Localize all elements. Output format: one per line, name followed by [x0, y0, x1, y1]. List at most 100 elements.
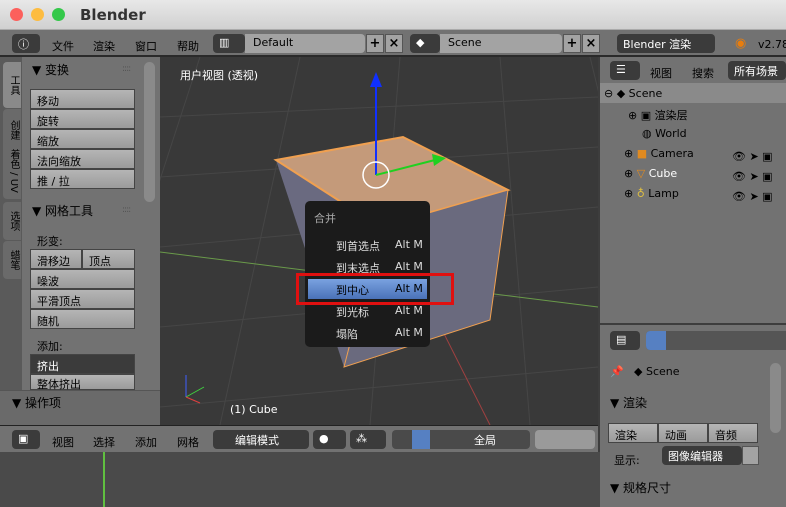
render-title: 渲染: [623, 396, 648, 410]
transform-panel-header[interactable]: ▼ 变换: [32, 61, 69, 78]
mode-select[interactable]: 编辑模式: [213, 430, 309, 449]
noise-button[interactable]: 噪波: [30, 269, 135, 289]
blender-logo-icon: ◉: [735, 36, 747, 51]
smooth-vertex-button[interactable]: 平滑顶点: [30, 289, 135, 309]
tab-shading-uv[interactable]: 着色 / UV: [3, 143, 21, 199]
shrink-fatten-button[interactable]: 法向缩放: [30, 149, 135, 169]
menu-help[interactable]: 帮助: [177, 38, 199, 54]
current-frame-marker[interactable]: [103, 452, 105, 507]
active-object-label: (1) Cube: [230, 403, 278, 416]
audio-button[interactable]: 音频: [708, 423, 758, 443]
randomize-button[interactable]: 随机: [30, 309, 135, 329]
operator-panel-header[interactable]: ▼ 操作项: [12, 394, 61, 411]
item-label: 渲染层: [654, 109, 688, 122]
display-label: 显示:: [614, 454, 640, 467]
occlude-geometry-buttons[interactable]: [535, 430, 595, 449]
lock-icon[interactable]: [742, 446, 759, 465]
layout-field[interactable]: Default: [245, 34, 365, 53]
outliner-item-lamp[interactable]: ⊕ ♁ Lamp: [624, 187, 679, 200]
animation-button[interactable]: 动画: [658, 423, 708, 443]
menu-mesh[interactable]: 网格: [177, 434, 199, 450]
shortcut-label: Alt M: [395, 260, 423, 273]
drag-handle-icon[interactable]: ::::: [122, 205, 131, 215]
render-engine-select[interactable]: Blender 渲染: [617, 34, 715, 53]
display-select[interactable]: 图像编辑器: [662, 446, 742, 465]
operator-panel: ▼ 操作项: [0, 390, 160, 425]
info-header: ⓘ 文件 渲染 窗口 帮助 ▥ Default + × ◆ Scene + × …: [0, 30, 786, 57]
scene-context-label: ◆ Scene: [634, 365, 680, 378]
scale-button[interactable]: 缩放: [30, 129, 135, 149]
render-button[interactable]: 渲染: [608, 423, 658, 443]
extrude-region-button[interactable]: 整体挤出: [30, 374, 135, 391]
menu-item-collapse[interactable]: 塌陷 Alt M: [305, 323, 430, 343]
properties-editor: ▤ 📌 ◆ Scene ▼ 渲染 渲染 动画 音频 显示: 图像编辑器 ▼ 规格…: [600, 325, 786, 507]
title-bar: Blender: [0, 0, 786, 30]
menu-window[interactable]: 窗口: [135, 38, 157, 54]
outliner-item-camera[interactable]: ⊕ ■ Camera: [624, 147, 694, 160]
minimize-window-button[interactable]: [31, 8, 44, 21]
dimensions-panel-header[interactable]: ▼ 规格尺寸: [610, 479, 671, 496]
version-label: v2.78: [758, 38, 786, 51]
remove-layout-button[interactable]: ×: [385, 34, 403, 53]
extrude-select[interactable]: 挤出: [30, 354, 135, 374]
annotation-highlight-box: [296, 273, 454, 305]
translate-manipulator-icon[interactable]: [412, 430, 430, 449]
window-title: Blender: [80, 6, 146, 24]
menu-render[interactable]: 渲染: [93, 38, 115, 54]
editor-type-info-icon[interactable]: ⓘ: [12, 34, 40, 53]
remove-scene-button[interactable]: ×: [582, 34, 600, 53]
scene-field[interactable]: Scene: [440, 34, 562, 53]
slide-vertex-button[interactable]: 顶点: [82, 249, 135, 269]
outliner-item-world[interactable]: ◍ World: [642, 127, 687, 140]
shortcut-label: Alt M: [395, 326, 423, 339]
layout-icon[interactable]: ▥: [213, 34, 245, 53]
drag-handle-icon[interactable]: ::::: [122, 64, 131, 74]
add-scene-button[interactable]: +: [563, 34, 581, 53]
menu-file[interactable]: 文件: [52, 38, 74, 54]
properties-scrollbar[interactable]: [770, 363, 781, 433]
push-pull-button[interactable]: 推 / 拉: [30, 169, 135, 189]
3d-view-header: ▣ 视图 选择 添加 网格 编辑模式 ● ⁂ 全局: [0, 425, 598, 452]
outliner-item-render-layers[interactable]: ⊕ ▣ 渲染层: [628, 107, 688, 123]
menu-add[interactable]: 添加: [135, 434, 157, 450]
tool-shelf-scrollbar[interactable]: [144, 62, 155, 202]
item-label: World: [655, 127, 687, 140]
menu-item-at-first[interactable]: 到首选点 Alt M: [305, 235, 430, 255]
slide-edge-button[interactable]: 滑移边: [30, 249, 82, 269]
pivot-select[interactable]: ⁂: [350, 430, 386, 449]
render-context-tab[interactable]: [646, 331, 666, 350]
shortcut-label: Alt M: [395, 304, 423, 317]
editor-type-properties-icon[interactable]: ▤: [610, 331, 640, 350]
outliner-menu-search[interactable]: 搜索: [692, 65, 714, 81]
add-label: 添加:: [37, 340, 63, 353]
menu-view[interactable]: 视图: [52, 434, 74, 450]
context-tabs[interactable]: [646, 331, 786, 350]
outliner-menu-view[interactable]: 视图: [650, 65, 672, 81]
visibility-toggles[interactable]: 👁 ➤ ▣ 👁 ➤ ▣ 👁 ➤ ▣: [732, 147, 773, 207]
outliner-item-cube[interactable]: ⊕ ▽ Cube: [624, 167, 677, 180]
item-label: Scene: [628, 87, 663, 100]
outliner-item-scene[interactable]: ⊖ ◆ Scene: [604, 87, 662, 100]
tab-options[interactable]: 选项: [3, 202, 21, 240]
move-button[interactable]: 移动: [30, 89, 135, 109]
scene-icon[interactable]: ◆: [410, 34, 440, 53]
item-label: Camera: [650, 147, 694, 160]
add-layout-button[interactable]: +: [366, 34, 384, 53]
maximize-window-button[interactable]: [52, 8, 65, 21]
mesh-tools-panel-header[interactable]: ▼ 网格工具: [32, 202, 93, 219]
editor-type-outliner-icon[interactable]: ☰: [610, 61, 640, 80]
shading-select[interactable]: ●: [313, 430, 346, 449]
tab-grease-pencil[interactable]: 蜡笔: [3, 241, 21, 279]
display-mode-select[interactable]: 所有场景: [728, 61, 786, 80]
editor-type-3d-icon[interactable]: ▣: [12, 430, 40, 449]
outliner: ☰ 视图 搜索 所有场景 ⊖ ◆ Scene ⊕ ▣ 渲染层 ◍ World ⊕…: [600, 57, 786, 323]
render-panel-header[interactable]: ▼ 渲染: [610, 394, 647, 411]
pin-icon[interactable]: 📌: [610, 365, 624, 378]
merge-menu-title: 合并: [314, 212, 336, 225]
item-label: Cube: [648, 167, 678, 180]
menu-item-label: 塌陷: [336, 328, 358, 341]
menu-select[interactable]: 选择: [93, 434, 115, 450]
tab-tools[interactable]: 工具: [3, 62, 21, 108]
close-window-button[interactable]: [10, 8, 23, 21]
rotate-button[interactable]: 旋转: [30, 109, 135, 129]
